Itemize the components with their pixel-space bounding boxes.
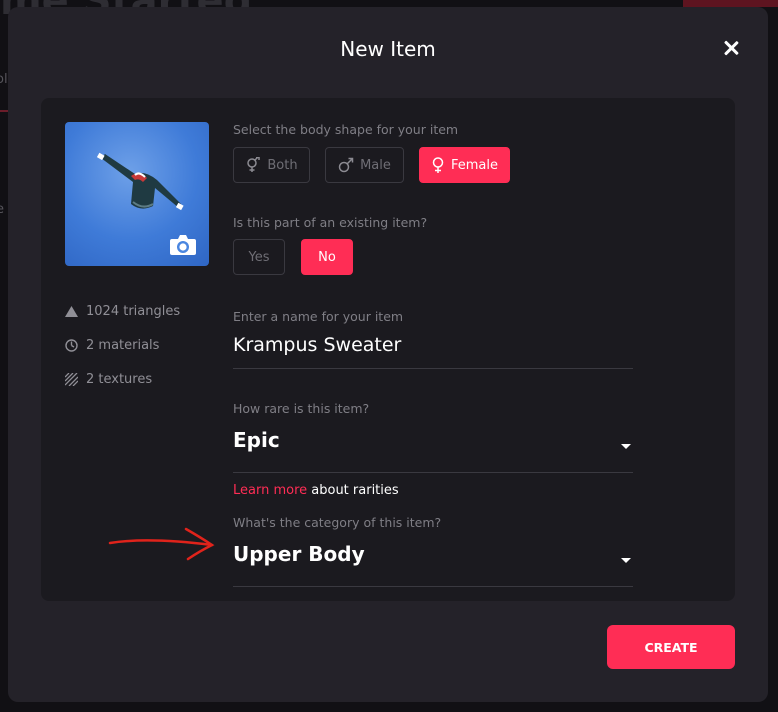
texture-icon <box>65 372 78 386</box>
background-accent-line <box>0 110 8 112</box>
existing-no-button[interactable]: No <box>301 239 353 275</box>
stat-materials: 2 materials <box>65 328 180 362</box>
rarity-value: Epic <box>233 428 280 452</box>
rarity-select[interactable]: Epic <box>233 416 633 473</box>
female-icon <box>432 157 444 173</box>
item-thumbnail[interactable] <box>65 122 209 266</box>
item-name-label: Enter a name for your item <box>233 309 404 324</box>
gender-both-icon <box>247 157 261 172</box>
camera-icon[interactable] <box>169 234 197 256</box>
triangle-icon <box>65 305 78 317</box>
item-form: Select the body shape for your item Both… <box>233 122 633 587</box>
body-shape-label: Select the body shape for your item <box>233 122 459 137</box>
rarity-label: How rare is this item? <box>233 401 370 416</box>
both-label: Both <box>267 157 298 173</box>
learn-more-link[interactable]: Learn more <box>233 483 307 498</box>
item-stats: 1024 triangles 2 materials 2 textures <box>65 294 180 396</box>
create-button[interactable]: CREATE <box>607 625 735 669</box>
rarity-help: Learn more about rarities <box>233 483 633 498</box>
body-shape-both-button[interactable]: Both <box>233 147 310 183</box>
learn-more-text: about rarities <box>307 483 399 498</box>
sweater-preview <box>96 152 184 211</box>
category-label: What's the category of this item? <box>233 515 442 530</box>
category-value: Upper Body <box>233 542 365 566</box>
male-label: Male <box>360 157 391 173</box>
item-name-value: Krampus Sweater <box>233 334 402 356</box>
annotation-arrow-icon <box>108 527 215 561</box>
modal-title: New Item <box>340 37 436 61</box>
stat-triangles: 1024 triangles <box>65 294 180 328</box>
background-red-button <box>683 0 778 7</box>
close-icon[interactable] <box>720 37 742 59</box>
chevron-down-icon <box>621 558 631 563</box>
existing-item-label: Is this part of an existing item? <box>233 215 428 230</box>
background-side-text-2: e <box>0 202 4 217</box>
category-select[interactable]: Upper Body <box>233 530 633 587</box>
existing-yes-button[interactable]: Yes <box>233 239 285 275</box>
body-shape-options: Both Male Female <box>233 147 633 183</box>
stat-textures: 2 textures <box>65 362 180 396</box>
material-icon <box>65 338 78 352</box>
body-shape-female-button[interactable]: Female <box>419 147 510 183</box>
stat-label: 2 materials <box>86 337 160 353</box>
female-label: Female <box>450 157 498 173</box>
item-name-field[interactable]: Krampus Sweater <box>233 324 633 369</box>
existing-item-options: Yes No <box>233 239 633 275</box>
new-item-modal: New Item 1024 triangles 2 materials 2 te… <box>8 7 768 702</box>
background-side-text: ol <box>0 72 8 87</box>
body-shape-male-button[interactable]: Male <box>325 147 404 183</box>
stat-label: 2 textures <box>86 371 153 387</box>
chevron-down-icon <box>621 444 631 449</box>
male-icon <box>338 157 354 173</box>
stat-label: 1024 triangles <box>86 303 181 319</box>
